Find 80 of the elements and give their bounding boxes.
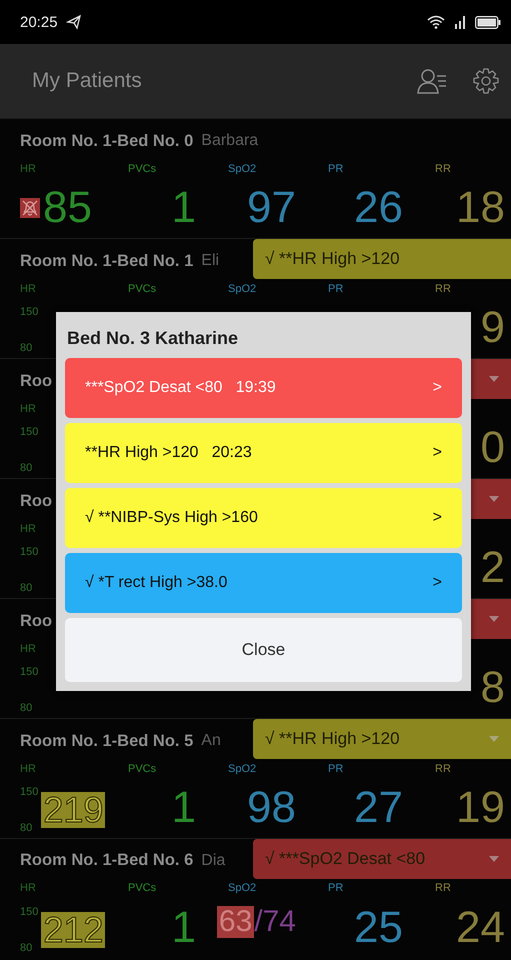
scale-upper: 150 [20, 306, 38, 318]
metric-value: 27 [354, 782, 403, 834]
metric-label: HR [20, 163, 37, 177]
metric-label: RR [435, 283, 452, 297]
metric-label: HR [20, 403, 37, 417]
metric-value: 8 [480, 662, 505, 714]
scale-upper: 150 [20, 906, 38, 918]
heart-rate-value: 85 [43, 182, 92, 234]
heart-rate-value: 219 [41, 792, 106, 828]
alarm-value: 63 [216, 906, 254, 938]
heart-rate-value: 212 [41, 912, 106, 948]
metric-value: 24 [456, 902, 505, 954]
scale-lower: 80 [20, 822, 34, 834]
patient-name: Eli [201, 252, 220, 270]
patient-list-icon[interactable] [417, 68, 447, 94]
metric-label: HR [20, 763, 37, 777]
metric-label: PVCs [128, 882, 158, 896]
metric-label: SpO2 [228, 283, 258, 297]
metric-label: SpO2 [228, 763, 258, 777]
metric-value: 1 [172, 182, 196, 234]
metric-label: RR [435, 763, 452, 777]
alarm-dropdown[interactable]: √ **HR High >120 [253, 239, 511, 279]
scale-upper: 150 [20, 546, 38, 558]
scale-upper: 150 [20, 786, 38, 798]
metric-label: PR [328, 763, 344, 777]
scale-upper: 150 [20, 426, 38, 438]
metric-value: 98 [247, 782, 296, 834]
status-time: 20:25 [20, 14, 58, 30]
bed-label: Room No. 1-Bed No. 0 [20, 132, 194, 150]
metric-value: 97 [247, 182, 296, 234]
metric-value: 25 [354, 902, 403, 954]
metric-label: SpO2 [228, 163, 258, 177]
metric-label: PR [328, 163, 344, 177]
alarm-dropdown[interactable]: √ **HR High >120 [253, 719, 511, 759]
signal-icon [453, 15, 467, 29]
metric-value: 19 [456, 782, 505, 834]
bed-label: Roo [20, 372, 52, 390]
metric-label: HR [20, 882, 37, 896]
metric-label: HR [20, 523, 37, 537]
metric-value: 9 [480, 302, 505, 354]
bed-label: Room No. 1-Bed No. 1 [20, 252, 194, 270]
scale-upper: 150 [20, 666, 38, 678]
scale-lower: 80 [20, 582, 34, 594]
alarm-item[interactable]: **HR High >120 20:23 > [65, 423, 462, 483]
metric-value: 1 [172, 902, 196, 954]
battery-icon [475, 16, 501, 28]
settings-icon[interactable] [473, 68, 499, 94]
scale-lower: 80 [20, 462, 34, 474]
metric-label: PR [328, 882, 344, 896]
alarm-item[interactable]: √ **NIBP-Sys High >160 > [65, 488, 462, 548]
metric-label: HR [20, 283, 37, 297]
metric-label: PVCs [128, 283, 158, 297]
metric-value: /74 [254, 904, 296, 940]
metric-label: RR [435, 163, 452, 177]
metric-label: HR [20, 643, 37, 657]
app-title: My Patients [32, 69, 143, 93]
patient-name: An [201, 732, 221, 750]
patient-name: Barbara [201, 132, 258, 150]
bed-label: Roo [20, 612, 52, 630]
metric-label: PVCs [128, 763, 158, 777]
bed-label: Room No. 1-Bed No. 5 [20, 732, 194, 750]
metric-label: PR [328, 283, 344, 297]
close-button[interactable]: Close [65, 618, 462, 682]
scale-lower: 80 [20, 942, 34, 954]
metric-value: 2 [480, 542, 505, 594]
metric-label: RR [435, 882, 452, 896]
wifi-icon [427, 15, 445, 29]
metric-value: 26 [354, 182, 403, 234]
scale-lower: 80 [20, 702, 34, 714]
metric-value: 18 [456, 182, 505, 234]
patient-name: Dia [201, 852, 226, 870]
alarm-item[interactable]: √ *T rect High >38.0 > [65, 553, 462, 613]
metric-label: PVCs [128, 163, 158, 177]
dialog-title: Bed No. 3 Katharine [66, 327, 240, 350]
bed-label: Room No. 1-Bed No. 6 [20, 851, 194, 870]
metric-value: 1 [172, 782, 196, 834]
metric-value: 0 [480, 422, 505, 474]
metric-label: SpO2 [228, 882, 258, 896]
bed-label: Roo [20, 492, 52, 510]
scale-lower: 80 [20, 342, 34, 354]
